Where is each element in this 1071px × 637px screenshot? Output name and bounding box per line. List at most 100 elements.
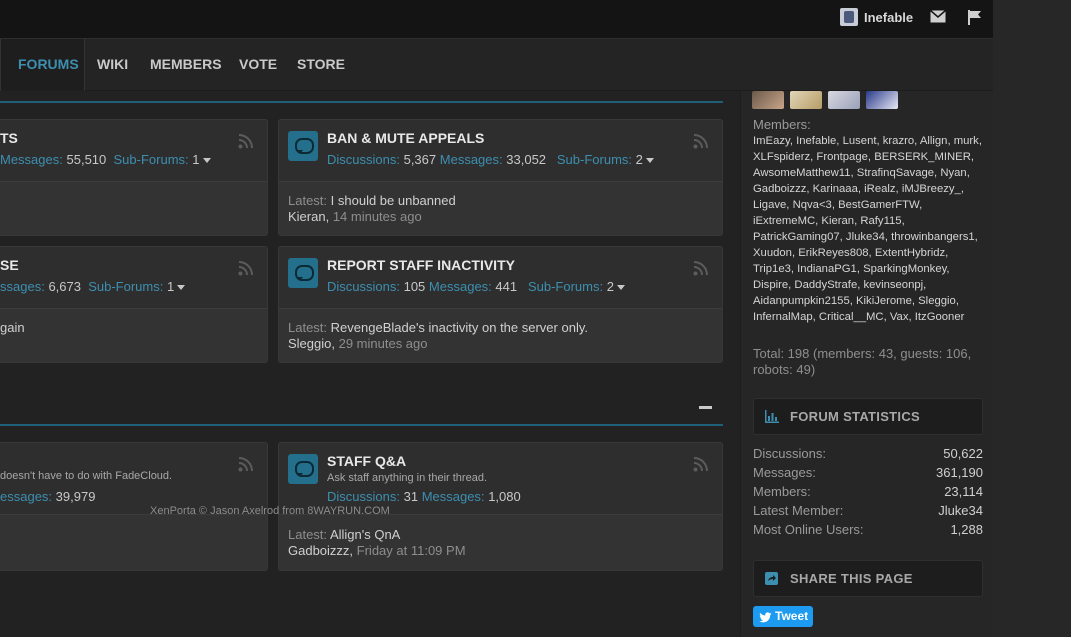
latest-label: Latest: — [288, 527, 328, 542]
envelope-icon[interactable] — [930, 9, 946, 27]
stat-value: 55,510 — [66, 152, 107, 167]
latest-user-link[interactable]: Kieran — [288, 209, 326, 224]
avatar[interactable] — [828, 91, 860, 109]
forum-title-partial[interactable]: TS — [0, 130, 18, 146]
stat-value: 39,979 — [55, 489, 96, 504]
stat-label: Sub-Forums: — [556, 152, 633, 167]
stat-label: Latest Member: — [753, 503, 844, 518]
messages-count: 33,052 — [506, 152, 547, 167]
tab-vote[interactable]: VOTE — [239, 39, 277, 91]
rss-icon[interactable] — [238, 457, 253, 472]
forum-title[interactable]: BAN & MUTE APPEALS — [327, 130, 484, 146]
stat-label: Messages: — [439, 152, 503, 167]
stat-label: Discussions: — [327, 279, 400, 294]
stat-label: Messages: — [0, 152, 63, 167]
stat-value: 1,288 — [950, 522, 983, 537]
latest-time: 29 minutes ago — [338, 336, 428, 351]
tab-store[interactable]: STORE — [297, 39, 345, 91]
stat-label: essages: — [0, 489, 53, 504]
forum-stats: Discussions: 5,367 Messages: 33,052 Sub-… — [327, 152, 654, 167]
stat-row-discussions: Discussions: 50,622 — [753, 446, 983, 461]
footer-credit[interactable]: XenPorta © Jason Axelrod from 8WAYRUN.CO… — [150, 505, 390, 517]
latest-thread-link[interactable]: RevengeBlade's inactivity on the server … — [331, 320, 588, 335]
stat-row-messages: Messages: 361,190 — [753, 465, 983, 480]
forum-description: Ask staff anything in their thread. — [327, 472, 487, 484]
forum-chat-icon — [288, 131, 318, 161]
share-icon — [765, 572, 778, 590]
main-nav: FORUMS WIKI MEMBERS VOTE STORE — [0, 39, 993, 91]
forum-chat-icon — [288, 258, 318, 288]
tab-members[interactable]: MEMBERS — [150, 39, 222, 91]
top-bar: Inefable — [0, 0, 993, 39]
category-divider — [0, 424, 723, 426]
chevron-down-icon[interactable] — [645, 158, 654, 164]
stat-value: 1 — [166, 279, 175, 294]
stat-label: Messages: — [753, 465, 816, 480]
online-avatars — [752, 91, 898, 109]
forum-card-partial[interactable] — [0, 119, 268, 236]
stat-row-members: Members: 23,114 — [753, 484, 983, 499]
stat-label: Discussions: — [753, 446, 826, 461]
user-avatar[interactable] — [840, 8, 858, 26]
latest-user-link[interactable]: Gadboizzz — [288, 543, 349, 558]
tab-wiki[interactable]: WIKI — [97, 39, 128, 91]
discussions-count: 105 — [403, 279, 426, 294]
forum-stats-partial: ssages: 6,673 Sub-Forums: 1 — [0, 279, 186, 294]
rss-icon[interactable] — [238, 261, 253, 276]
online-total: Total: 198 (members: 43, guests: 106, ro… — [753, 346, 972, 377]
stat-row-latest-member: Latest Member: Jluke34 — [753, 503, 983, 518]
forum-title-partial[interactable]: SE — [0, 257, 19, 273]
rss-icon[interactable] — [693, 134, 708, 149]
stat-row-most-online: Most Online Users: 1,288 — [753, 522, 983, 537]
latest-user-link[interactable]: Sleggio — [288, 336, 331, 351]
stat-label: Messages: — [421, 489, 485, 504]
latest-post: Latest: Allign's QnA Gadboizzz, Friday a… — [279, 514, 722, 570]
bar-chart-icon — [765, 410, 779, 428]
tab-forums[interactable]: FORUMS — [0, 39, 85, 91]
stat-label: Members: — [753, 484, 811, 499]
rss-icon[interactable] — [693, 457, 708, 472]
stat-label: ssages: — [0, 279, 45, 294]
forum-title[interactable]: STAFF Q&A — [327, 453, 406, 469]
members-online-list[interactable]: ImEazy, Inefable, Lusent, krazro, Allign… — [753, 133, 985, 325]
collapse-category-button[interactable] — [699, 406, 712, 409]
forum-stats: Discussions: 31 Messages: 1,080 — [327, 489, 521, 504]
chevron-down-icon[interactable] — [177, 285, 186, 291]
messages-count: 441 — [495, 279, 518, 294]
username-link[interactable]: Inefable — [864, 10, 913, 25]
tweet-label: Tweet — [775, 609, 809, 623]
stat-label: Messages: — [428, 279, 492, 294]
stat-value: 1 — [192, 152, 200, 167]
latest-thread-link[interactable]: Allign's QnA — [330, 527, 400, 542]
latest-label: Latest: — [288, 320, 328, 335]
flag-icon[interactable] — [967, 10, 982, 29]
forum-card-partial[interactable] — [0, 246, 268, 363]
stat-label: Discussions: — [327, 152, 400, 167]
latest-post: Latest: I should be unbanned Kieran, 14 … — [279, 181, 722, 235]
latest-post-partial[interactable]: gain — [0, 320, 25, 335]
forum-stats-partial: Messages: 55,510 Sub-Forums: 1 — [0, 152, 211, 167]
stat-label: Sub-Forums: — [88, 279, 164, 294]
rss-icon[interactable] — [238, 134, 253, 149]
stat-label: Most Online Users: — [753, 522, 864, 537]
user-menu[interactable]: Inefable — [840, 8, 913, 26]
forum-title[interactable]: REPORT STAFF INACTIVITY — [327, 257, 515, 273]
subforums-count: 2 — [606, 279, 614, 294]
stat-label: Discussions: — [327, 489, 400, 504]
rss-icon[interactable] — [693, 261, 708, 276]
stat-value: 361,190 — [936, 465, 983, 480]
forum-card-report-inactivity[interactable]: REPORT STAFF INACTIVITY Discussions: 105… — [278, 246, 723, 363]
stat-label: Sub-Forums: — [527, 279, 604, 294]
messages-count: 1,080 — [488, 489, 521, 504]
latest-member-link[interactable]: Jluke34 — [938, 503, 983, 518]
avatar[interactable] — [752, 91, 784, 109]
stat-value: 50,622 — [943, 446, 983, 461]
chevron-down-icon[interactable] — [202, 158, 211, 164]
share-page-title: SHARE THIS PAGE — [790, 571, 913, 586]
tweet-button[interactable]: Tweet — [753, 606, 813, 627]
avatar[interactable] — [790, 91, 822, 109]
latest-thread-link[interactable]: I should be unbanned — [331, 193, 456, 208]
chevron-down-icon[interactable] — [616, 285, 625, 291]
avatar[interactable] — [866, 91, 898, 109]
forum-card-ban-appeals[interactable]: BAN & MUTE APPEALS Discussions: 5,367 Me… — [278, 119, 723, 236]
